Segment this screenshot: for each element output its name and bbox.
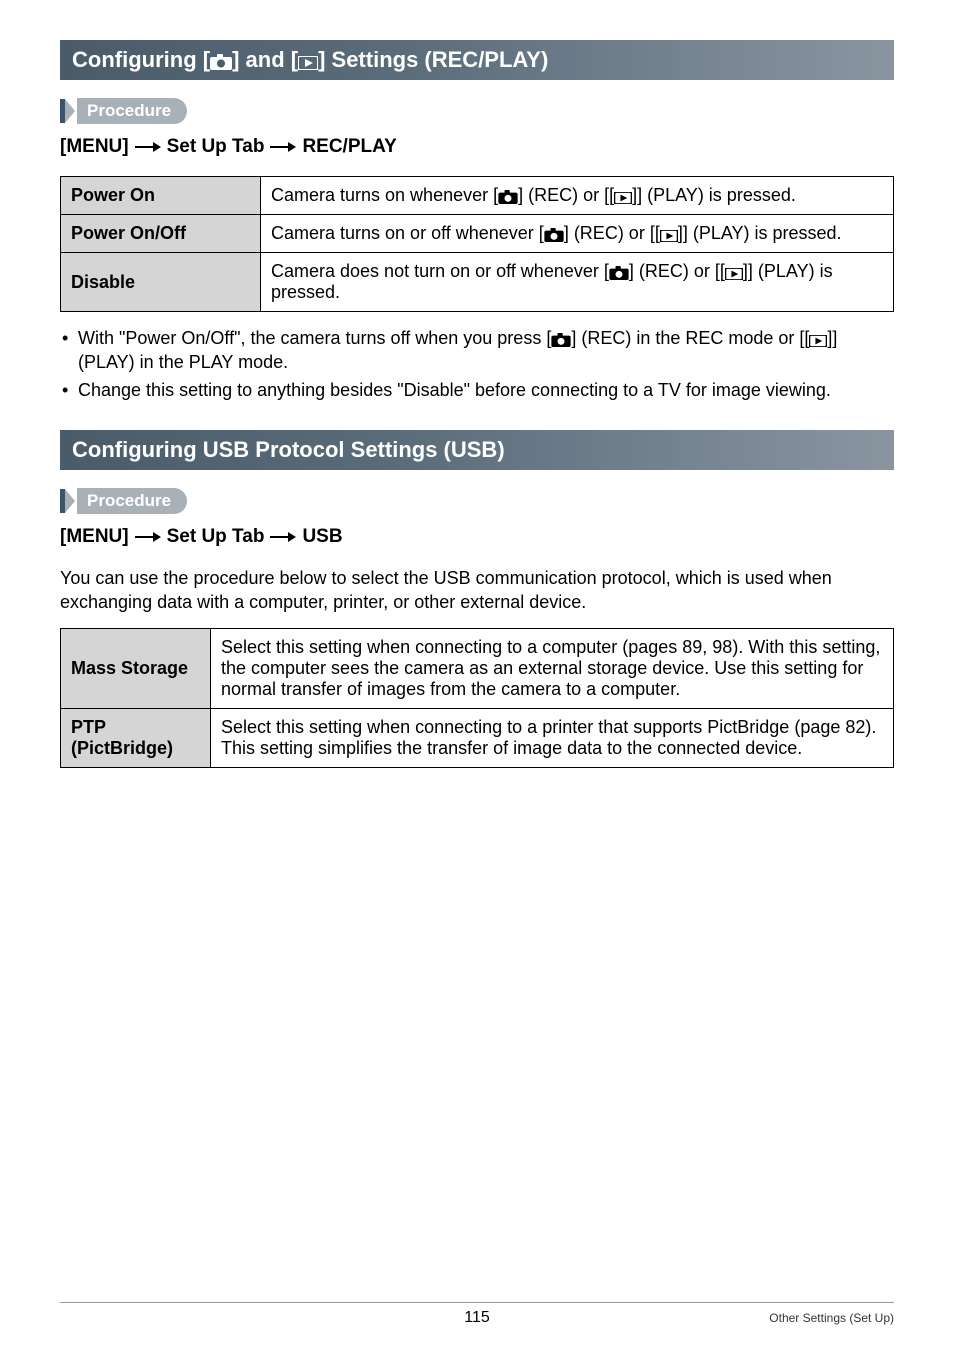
table-row: Power On Camera turns on whenever [] (RE… (61, 177, 894, 215)
menu-path-rec-play: [MENU] Set Up Tab REC/PLAY (60, 136, 894, 158)
play-icon (614, 192, 632, 204)
menu-path-part: [MENU] (60, 136, 129, 158)
intro-paragraph: You can use the procedure below to selec… (60, 566, 894, 615)
procedure-arrow-shape (65, 489, 75, 513)
camera-icon (609, 266, 629, 280)
list-item: Change this setting to anything besides … (78, 378, 894, 402)
arrow-right-icon (135, 531, 161, 543)
procedure-arrow-shape (65, 99, 75, 123)
row-desc: Select this setting when connecting to a… (211, 709, 894, 768)
menu-path-part: Set Up Tab (167, 526, 265, 548)
row-desc: Camera does not turn on or off whenever … (261, 253, 894, 312)
row-label: Disable (61, 253, 261, 312)
arrow-right-icon (270, 531, 296, 543)
camera-icon (544, 228, 564, 242)
bullet-list: With "Power On/Off", the camera turns of… (60, 326, 894, 402)
list-item: With "Power On/Off", the camera turns of… (78, 326, 894, 375)
table-row: PTP (PictBridge) Select this setting whe… (61, 709, 894, 768)
play-icon (298, 56, 318, 70)
table-row: Mass Storage Select this setting when co… (61, 629, 894, 709)
section-title-text: Configuring [ (72, 47, 210, 72)
camera-icon (498, 190, 518, 204)
camera-icon (210, 54, 232, 70)
row-label: Power On/Off (61, 215, 261, 253)
table-row: Power On/Off Camera turns on or off when… (61, 215, 894, 253)
menu-path-part: USB (302, 526, 342, 548)
play-icon (660, 230, 678, 242)
procedure-label: Procedure (77, 98, 187, 124)
menu-path-usb: [MENU] Set Up Tab USB (60, 526, 894, 548)
play-icon (809, 335, 827, 347)
menu-path-part: REC/PLAY (302, 136, 396, 158)
rec-play-table: Power On Camera turns on whenever [] (RE… (60, 176, 894, 312)
procedure-label: Procedure (77, 488, 187, 514)
section-title-text: ] and [ (232, 47, 298, 72)
procedure-bar: Procedure (60, 98, 894, 124)
row-desc: Select this setting when connecting to a… (211, 629, 894, 709)
camera-icon (551, 333, 571, 347)
table-row: Disable Camera does not turn on or off w… (61, 253, 894, 312)
menu-path-part: [MENU] (60, 526, 129, 548)
section-title-text: ] Settings (REC/PLAY) (318, 47, 548, 72)
procedure-bar: Procedure (60, 488, 894, 514)
arrow-right-icon (270, 141, 296, 153)
play-icon (725, 268, 743, 280)
row-desc: Camera turns on or off whenever [] (REC)… (261, 215, 894, 253)
section-title-text: Configuring USB Protocol Settings (USB) (72, 437, 505, 462)
row-desc: Camera turns on whenever [] (REC) or [[]… (261, 177, 894, 215)
menu-path-part: Set Up Tab (167, 136, 265, 158)
arrow-right-icon (135, 141, 161, 153)
section-header-usb: Configuring USB Protocol Settings (USB) (60, 430, 894, 470)
usb-table: Mass Storage Select this setting when co… (60, 628, 894, 768)
footer-caption: Other Settings (Set Up) (769, 1311, 894, 1325)
page-number: 115 (464, 1309, 490, 1327)
row-label: Power On (61, 177, 261, 215)
page-footer: 115 Other Settings (Set Up) (60, 1302, 894, 1327)
section-header-rec-play: Configuring [ ] and [ ] Settings (REC/PLAY… (60, 40, 894, 80)
row-label: PTP (PictBridge) (61, 709, 211, 768)
row-label: Mass Storage (61, 629, 211, 709)
